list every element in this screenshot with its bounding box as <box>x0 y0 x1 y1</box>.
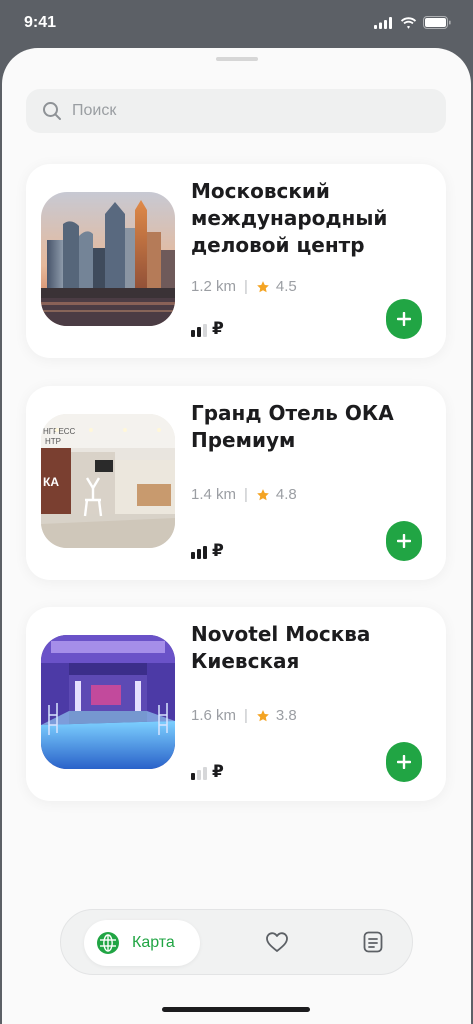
plus-icon <box>397 755 411 769</box>
place-card[interactable]: Московский международный деловой центр 1… <box>26 164 446 358</box>
place-title[interactable]: Московский международный деловой центр <box>191 178 431 259</box>
meta-separator: | <box>244 486 248 503</box>
globe-icon <box>97 932 119 954</box>
place-title[interactable]: Novotel Москва Киевская <box>191 621 431 675</box>
search-field[interactable]: Поиск <box>26 89 446 133</box>
place-rating: 4.5 <box>275 278 297 295</box>
status-icons <box>374 16 451 29</box>
star-icon <box>257 488 269 500</box>
meta-separator: | <box>244 278 248 295</box>
wifi-icon <box>400 16 417 29</box>
place-distance: 1.6 km <box>191 707 237 724</box>
tab-bar: Карта <box>60 909 413 975</box>
home-indicator[interactable] <box>162 1007 310 1012</box>
place-title[interactable]: Гранд Отель ОКА Премиум <box>191 400 431 454</box>
place-meta: 1.6 km | 3.8 <box>191 707 297 724</box>
place-photo: НГРЕСС НТР КА <box>41 414 175 548</box>
add-button[interactable] <box>386 742 422 782</box>
heart-icon <box>266 932 288 952</box>
place-photo <box>41 635 175 769</box>
plus-icon <box>397 534 411 548</box>
svg-text:НГРЕСС: НГРЕСС <box>43 427 76 436</box>
place-photo <box>41 192 175 326</box>
add-button[interactable] <box>386 521 422 561</box>
add-button[interactable] <box>386 299 422 339</box>
sheet-grabber[interactable] <box>216 57 258 61</box>
currency-sign: ₽ <box>212 762 224 782</box>
svg-text:КА: КА <box>43 475 59 489</box>
status-time: 9:41 <box>24 14 57 31</box>
place-distance: 1.2 km <box>191 278 237 295</box>
tab-favorites[interactable] <box>265 931 289 957</box>
star-icon <box>257 280 269 292</box>
price-level: ₽ <box>191 319 224 339</box>
svg-text:НТР: НТР <box>45 437 61 446</box>
place-meta: 1.4 km | 4.8 <box>191 486 297 503</box>
place-card[interactable]: Novotel Москва Киевская 1.6 km | 3.8 ₽ <box>26 607 446 801</box>
place-distance: 1.4 km <box>191 486 237 503</box>
cellular-signal-icon <box>374 16 392 29</box>
search-placeholder[interactable]: Поиск <box>72 102 116 120</box>
place-card[interactable]: НГРЕСС НТР КА Гранд Отель ОКА Премиум 1.… <box>26 386 446 580</box>
tab-map-label[interactable]: Карта <box>132 934 175 952</box>
bottom-sheet: Поиск Московский международный деловой ц… <box>2 48 471 1024</box>
meta-separator: | <box>244 707 248 724</box>
place-rating: 3.8 <box>275 707 297 724</box>
plus-icon <box>397 312 411 326</box>
place-meta: 1.2 km | 4.5 <box>191 278 297 295</box>
status-bar: 9:41 <box>0 0 473 50</box>
currency-sign: ₽ <box>212 541 224 561</box>
battery-icon <box>423 16 451 29</box>
place-rating: 4.8 <box>275 486 297 503</box>
search-icon <box>43 102 61 120</box>
price-level: ₽ <box>191 762 224 782</box>
tab-map[interactable]: Карта <box>84 920 200 966</box>
document-icon <box>363 931 383 953</box>
tab-bookings[interactable] <box>362 931 384 957</box>
star-icon <box>257 709 269 721</box>
price-level: ₽ <box>191 541 224 561</box>
currency-sign: ₽ <box>212 319 224 339</box>
